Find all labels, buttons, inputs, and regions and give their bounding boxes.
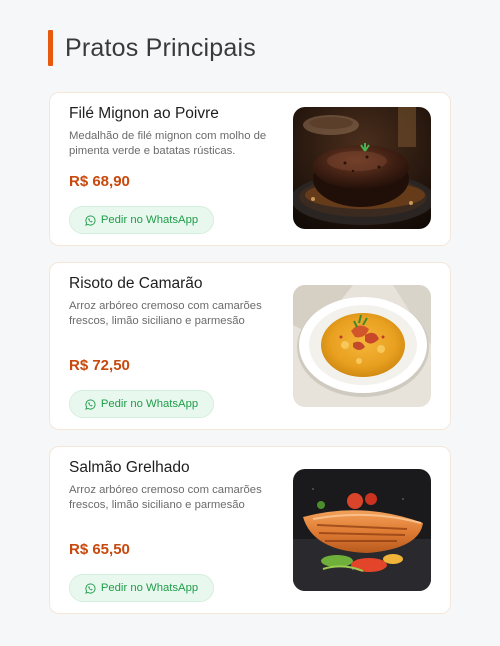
dish-price: R$ 72,50 [69, 357, 130, 374]
whatsapp-order-button[interactable]: Pedir no WhatsApp [69, 574, 214, 602]
whatsapp-order-button[interactable]: Pedir no WhatsApp [69, 390, 214, 418]
risotto-photo [293, 285, 431, 407]
dish-card: Filé Mignon ao Poivre Medalhão de filé m… [49, 92, 451, 246]
dish-description: Arroz arbóreo cremoso com camarões fresc… [69, 484, 262, 511]
whatsapp-button-label: Pedir no WhatsApp [100, 214, 199, 226]
whatsapp-order-button[interactable]: Pedir no WhatsApp [69, 206, 214, 234]
section-title: Pratos Principais [65, 33, 256, 62]
whatsapp-button-label: Pedir no WhatsApp [100, 398, 199, 410]
whatsapp-button-label: Pedir no WhatsApp [100, 582, 199, 594]
steak-photo [293, 107, 431, 229]
whatsapp-icon [85, 582, 96, 594]
dish-name: Filé Mignon ao Poivre [69, 105, 219, 122]
dish-description: Medalhão de filé mignon com molho de pim… [69, 130, 267, 157]
dish-description: Arroz arbóreo cremoso com camarões fresc… [69, 300, 262, 327]
dish-price: R$ 68,90 [69, 173, 130, 190]
accent-bar [48, 30, 53, 66]
dish-name: Risoto de Camarão [69, 275, 203, 292]
dish-name: Salmão Grelhado [69, 459, 190, 476]
whatsapp-icon [85, 214, 96, 226]
dish-price: R$ 65,50 [69, 541, 130, 558]
salmon-photo [293, 469, 431, 591]
dish-card: Salmão Grelhado Arroz arbóreo cremoso co… [49, 446, 451, 614]
whatsapp-icon [85, 398, 96, 410]
dish-card: Risoto de Camarão Arroz arbóreo cremoso … [49, 262, 451, 430]
section-header: Pratos Principais [48, 30, 256, 66]
